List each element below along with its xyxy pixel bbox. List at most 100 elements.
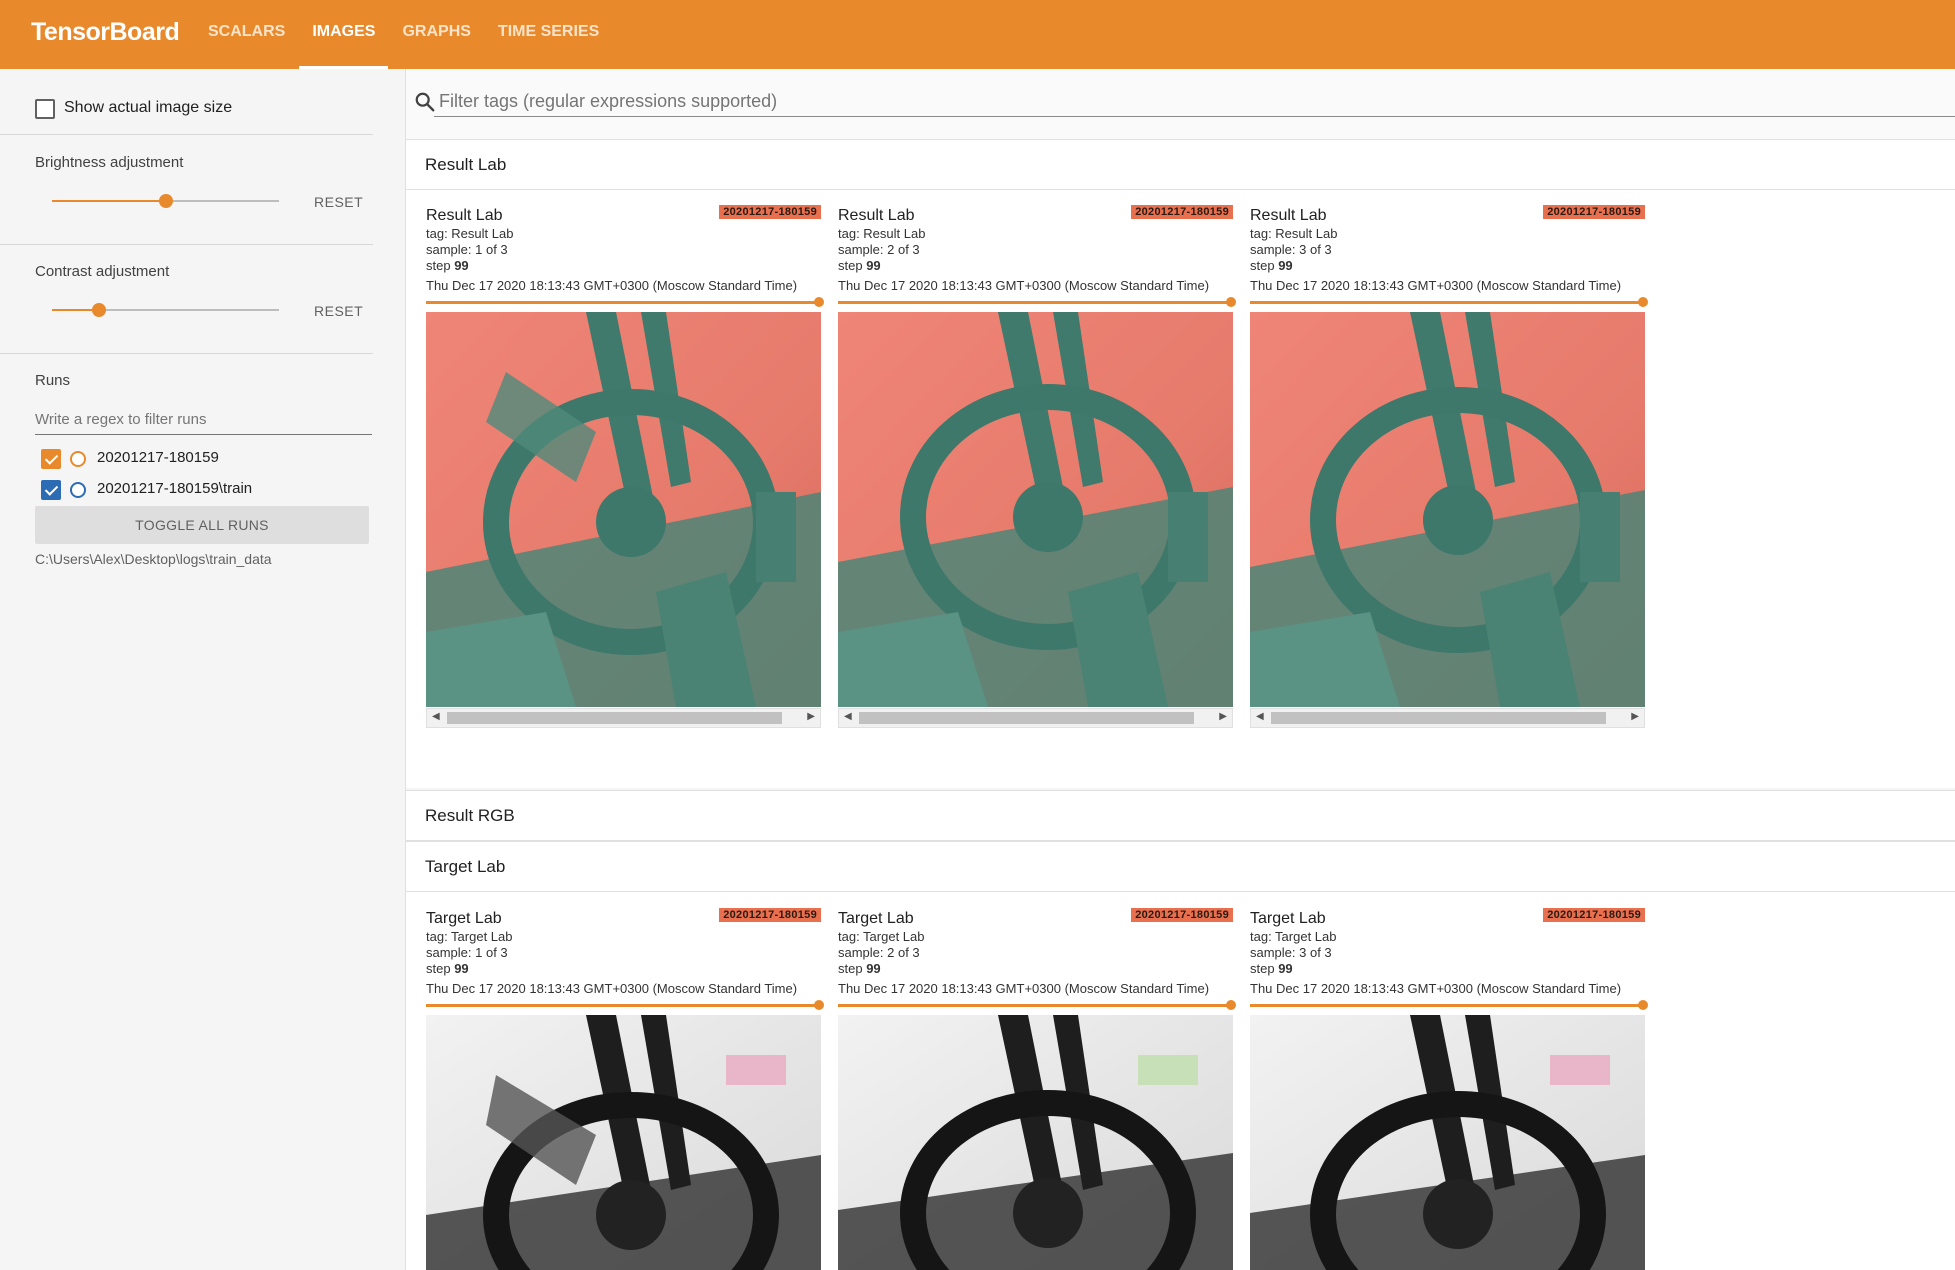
card-step: step 99 [426, 961, 469, 976]
card-tag: tag: Target Lab [1250, 929, 1337, 944]
image-card: Result Lab 20201217-180159 tag: Result L… [426, 205, 824, 728]
sample-image [838, 1015, 1233, 1270]
tag-filter-input[interactable] [434, 87, 1955, 117]
step-slider-knob[interactable] [814, 1000, 824, 1010]
step-slider[interactable] [1250, 1000, 1648, 1010]
step-slider[interactable] [838, 1000, 1236, 1010]
sample-image [1250, 312, 1645, 707]
run-color-swatch-1[interactable] [70, 451, 86, 467]
card-step-value: 99 [866, 961, 881, 976]
sample-image [838, 312, 1233, 707]
app-brand[interactable]: TensorBoard [31, 0, 180, 64]
image-card: Target Lab 20201217-180159 tag: Target L… [838, 908, 1236, 1270]
card-timestamp: Thu Dec 17 2020 18:13:43 GMT+0300 (Mosco… [838, 278, 1210, 293]
scroll-thumb[interactable] [447, 712, 782, 724]
horizontal-scrollbar[interactable]: ◀ ▶ [1250, 708, 1645, 728]
run-badge: 20201217-180159 [1543, 908, 1645, 922]
scroll-thumb[interactable] [1271, 712, 1606, 724]
nav-tabs: SCALARS IMAGES GRAPHS TIME SERIES [195, 0, 613, 69]
runs-title: Runs [35, 372, 71, 389]
toggle-all-runs-button[interactable]: TOGGLE ALL RUNS [35, 506, 369, 544]
scroll-left-icon[interactable]: ◀ [844, 711, 852, 722]
card-sample: sample: 1 of 3 [426, 945, 508, 960]
scroll-left-icon[interactable]: ◀ [432, 711, 440, 722]
scroll-right-icon[interactable]: ▶ [1219, 711, 1227, 722]
card-tag: tag: Result Lab [1250, 226, 1338, 241]
run-checkbox-1[interactable] [41, 449, 61, 469]
step-slider[interactable] [1250, 297, 1648, 307]
run-checkbox-2[interactable] [41, 480, 61, 500]
card-step-label: step [426, 961, 451, 976]
card-title: Target Lab [838, 910, 914, 927]
sample-image [1250, 1015, 1645, 1270]
contrast-reset-button[interactable]: RESET [314, 303, 363, 319]
card-step-value: 99 [1278, 961, 1293, 976]
section-title[interactable]: Target Lab [406, 842, 1955, 892]
scroll-right-icon[interactable]: ▶ [807, 711, 815, 722]
runs-filter-input[interactable]: Write a regex to filter runs [35, 407, 372, 435]
horizontal-scrollbar[interactable]: ◀ ▶ [838, 708, 1233, 728]
brightness-slider-fill [52, 200, 166, 202]
tab-time-series[interactable]: TIME SERIES [485, 0, 612, 69]
search-icon [415, 92, 435, 112]
card-step-label: step [426, 258, 451, 273]
brightness-reset-button[interactable]: RESET [314, 194, 363, 210]
card-step-label: step [838, 258, 863, 273]
scroll-left-icon[interactable]: ◀ [1256, 711, 1264, 722]
card-timestamp: Thu Dec 17 2020 18:13:43 GMT+0300 (Mosco… [426, 981, 798, 996]
card-step: step 99 [1250, 258, 1293, 273]
card-title: Result Lab [838, 207, 915, 224]
step-slider-knob[interactable] [1226, 1000, 1236, 1010]
section-title[interactable]: Result Lab [406, 140, 1955, 190]
card-timestamp: Thu Dec 17 2020 18:13:43 GMT+0300 (Mosco… [838, 981, 1210, 996]
card-tag: tag: Result Lab [426, 226, 514, 241]
card-timestamp: Thu Dec 17 2020 18:13:43 GMT+0300 (Mosco… [1250, 278, 1622, 293]
tab-scalars[interactable]: SCALARS [195, 0, 298, 69]
image-card: Result Lab 20201217-180159 tag: Result L… [1250, 205, 1648, 728]
step-slider-knob[interactable] [814, 297, 824, 307]
step-slider[interactable] [426, 1000, 824, 1010]
divider [0, 353, 373, 354]
step-slider[interactable] [838, 297, 1236, 307]
scroll-thumb[interactable] [859, 712, 1194, 724]
run-name-1[interactable]: 20201217-180159 [97, 449, 219, 466]
scroll-right-icon[interactable]: ▶ [1631, 711, 1639, 722]
card-step: step 99 [426, 258, 469, 273]
card-title: Target Lab [426, 910, 502, 927]
tab-images[interactable]: IMAGES [299, 0, 389, 69]
run-name-2[interactable]: 20201217-180159\train [97, 480, 252, 497]
run-badge: 20201217-180159 [719, 908, 821, 922]
card-tag: tag: Target Lab [838, 929, 925, 944]
step-slider-knob[interactable] [1226, 297, 1236, 307]
divider [0, 244, 373, 245]
section-title[interactable]: Result RGB [406, 791, 1955, 841]
show-actual-size-label[interactable]: Show actual image size [64, 99, 232, 117]
brightness-slider-knob[interactable] [159, 194, 173, 208]
run-color-swatch-2[interactable] [70, 482, 86, 498]
image-card: Result Lab 20201217-180159 tag: Result L… [838, 205, 1236, 728]
step-slider-knob[interactable] [1638, 297, 1648, 307]
run-badge: 20201217-180159 [1131, 908, 1233, 922]
image-card: Target Lab 20201217-180159 tag: Target L… [1250, 908, 1648, 1270]
card-sample: sample: 2 of 3 [838, 242, 920, 257]
sample-image [426, 1015, 821, 1270]
horizontal-scrollbar[interactable]: ◀ ▶ [426, 708, 821, 728]
show-actual-size-checkbox[interactable] [35, 99, 55, 119]
card-step-label: step [1250, 258, 1275, 273]
steering-wheel-target-image [1250, 1015, 1645, 1270]
card-timestamp: Thu Dec 17 2020 18:13:43 GMT+0300 (Mosco… [1250, 981, 1622, 996]
contrast-slider-knob[interactable] [92, 303, 106, 317]
step-slider-knob[interactable] [1638, 1000, 1648, 1010]
steering-wheel-target-image [838, 1015, 1233, 1270]
card-step-value: 99 [454, 961, 469, 976]
card-step-value: 99 [454, 258, 469, 273]
contrast-label: Contrast adjustment [35, 263, 170, 280]
card-step: step 99 [838, 258, 881, 273]
steering-wheel-lab-image [1250, 312, 1645, 707]
card-sample: sample: 1 of 3 [426, 242, 508, 257]
divider [0, 134, 373, 135]
step-slider[interactable] [426, 297, 824, 307]
brightness-label: Brightness adjustment [35, 154, 184, 171]
card-sample: sample: 3 of 3 [1250, 945, 1332, 960]
tab-graphs[interactable]: GRAPHS [389, 0, 483, 69]
